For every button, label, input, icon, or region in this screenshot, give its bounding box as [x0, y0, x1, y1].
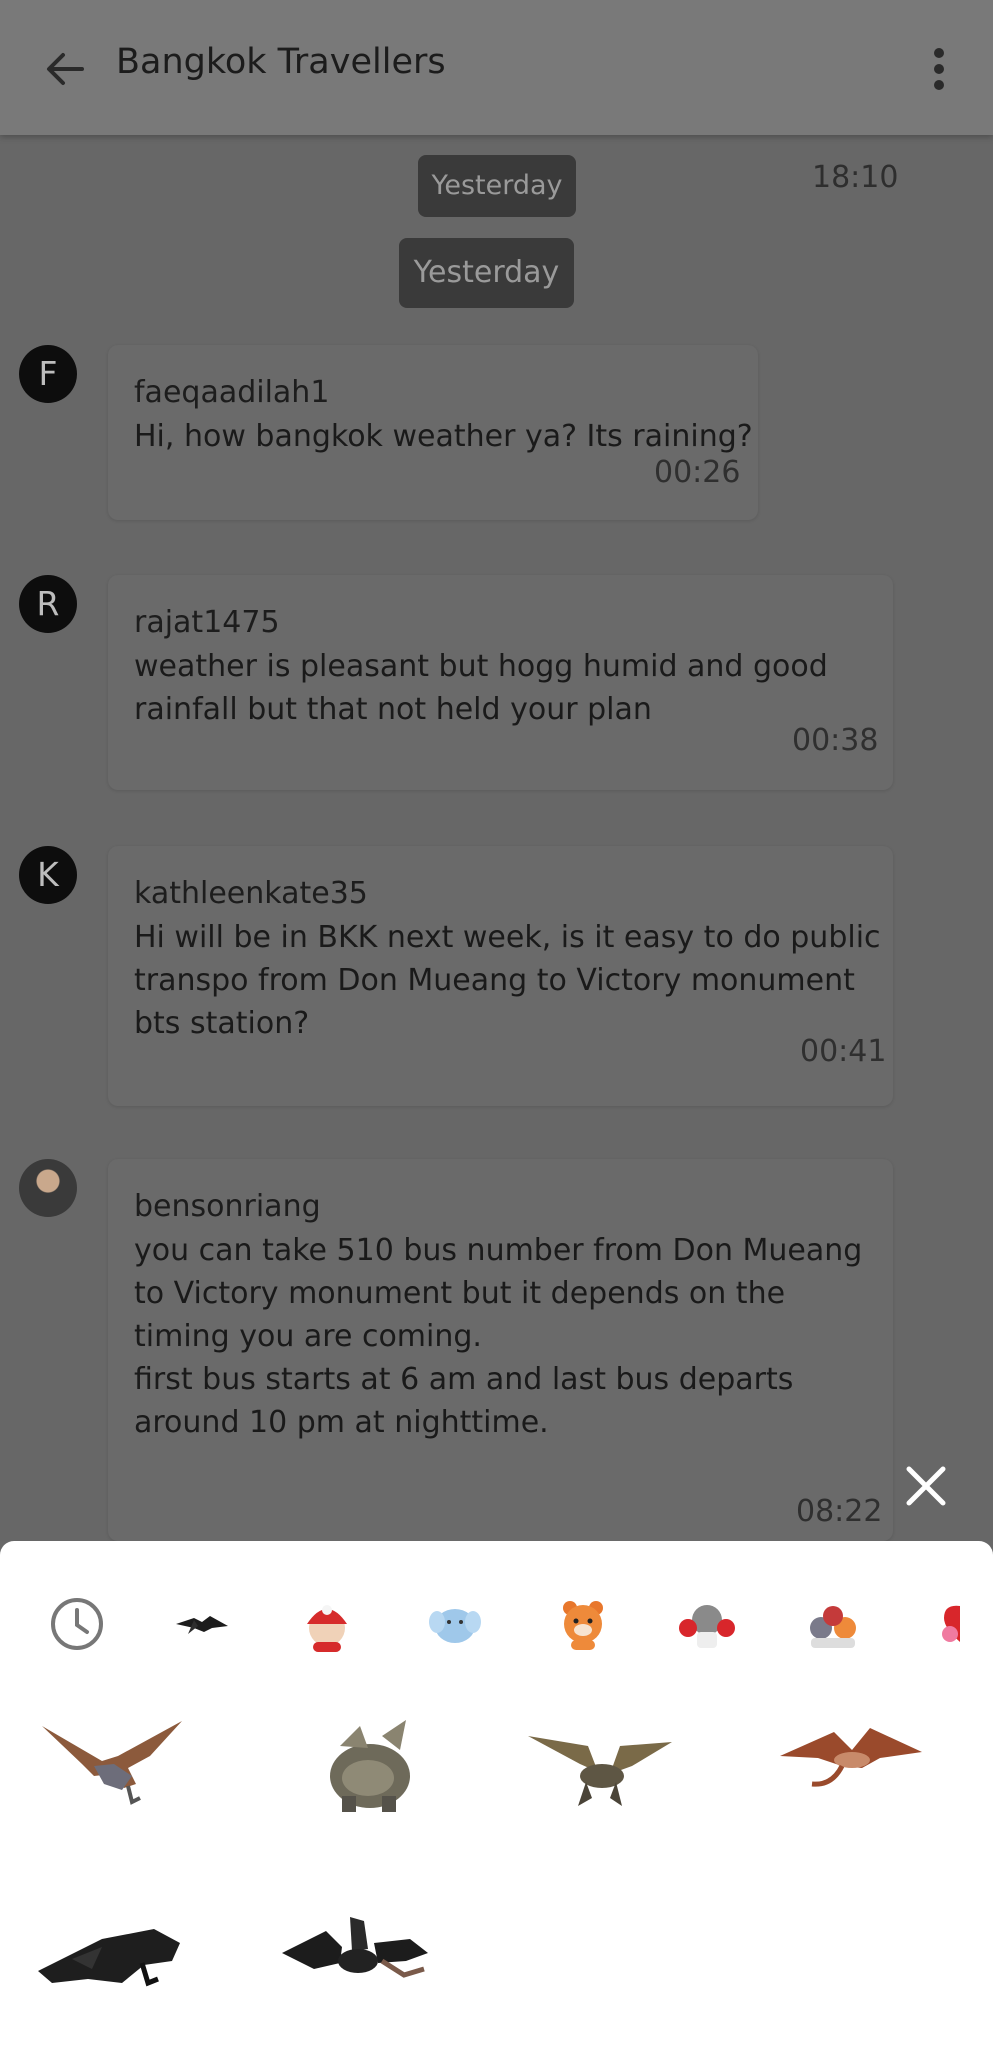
message-text: Hi, how bangkok weather ya? Its raining?	[134, 419, 753, 454]
message-time: 18:10	[812, 160, 899, 195]
message-time: 00:26	[654, 455, 741, 490]
close-icon[interactable]	[903, 1463, 949, 1509]
dragon-sticker[interactable]	[32, 1706, 192, 1826]
app-bar: Bangkok Travellers	[0, 0, 993, 135]
back-arrow-icon[interactable]	[40, 44, 90, 94]
dragon-sticker[interactable]	[278, 1903, 438, 2023]
avatar[interactable]: K	[19, 846, 77, 904]
message-text: you can take 510 bus number from Don Mue…	[134, 1233, 863, 1440]
more-options-icon[interactable]	[922, 44, 956, 94]
message-time: 08:22	[796, 1494, 883, 1529]
dragon-sticker[interactable]	[522, 1706, 682, 1826]
message-author: kathleenkate35	[134, 876, 368, 911]
message-author: rajat1475	[134, 605, 280, 640]
bear-pack-icon[interactable]	[553, 1594, 613, 1654]
elephant-pack-icon[interactable]	[425, 1594, 485, 1654]
message-bubble[interactable]: kathleenkate35 Hi will be in BKK next we…	[108, 846, 893, 1106]
dragon-sticker[interactable]	[772, 1706, 932, 1826]
message-bubble[interactable]: bensonriang you can take 510 bus number …	[108, 1159, 893, 1541]
dragon-sticker[interactable]	[290, 1706, 450, 1826]
message-text: Hi will be in BKK next week, is it easy …	[134, 920, 881, 1041]
date-chip: Yesterday	[418, 155, 576, 217]
message-bubble[interactable]: faeqaadilah1 Hi, how bangkok weather ya?…	[108, 345, 758, 520]
message-list[interactable]: Yesterday 18:10 Yesterday F faeqaadilah1…	[0, 135, 993, 1541]
avatar[interactable]: R	[19, 575, 77, 633]
chat-title[interactable]: Bangkok Travellers	[116, 42, 446, 82]
message-time: 00:41	[800, 1034, 887, 1069]
dragon-pack-icon[interactable]	[172, 1594, 232, 1654]
hearts-pack-icon[interactable]	[930, 1594, 960, 1654]
pompom-bear-pack-icon[interactable]	[677, 1594, 737, 1654]
red-hat-kid-pack-icon[interactable]	[297, 1594, 357, 1654]
recent-icon[interactable]	[47, 1594, 107, 1654]
message-bubble[interactable]: rajat1475 weather is pleasant but hogg h…	[108, 575, 893, 790]
dragon-sticker[interactable]	[32, 1903, 192, 2023]
date-chip: Yesterday	[399, 238, 574, 308]
friends-pack-icon[interactable]	[803, 1594, 863, 1654]
sticker-pack-tabs	[0, 1541, 993, 1696]
message-time: 00:38	[792, 723, 879, 758]
avatar[interactable]: F	[19, 345, 77, 403]
avatar[interactable]	[19, 1159, 77, 1217]
sticker-picker	[0, 1541, 993, 2048]
message-author: faeqaadilah1	[134, 375, 330, 410]
message-text: weather is pleasant but hogg humid and g…	[134, 649, 828, 727]
message-author: bensonriang	[134, 1189, 321, 1224]
